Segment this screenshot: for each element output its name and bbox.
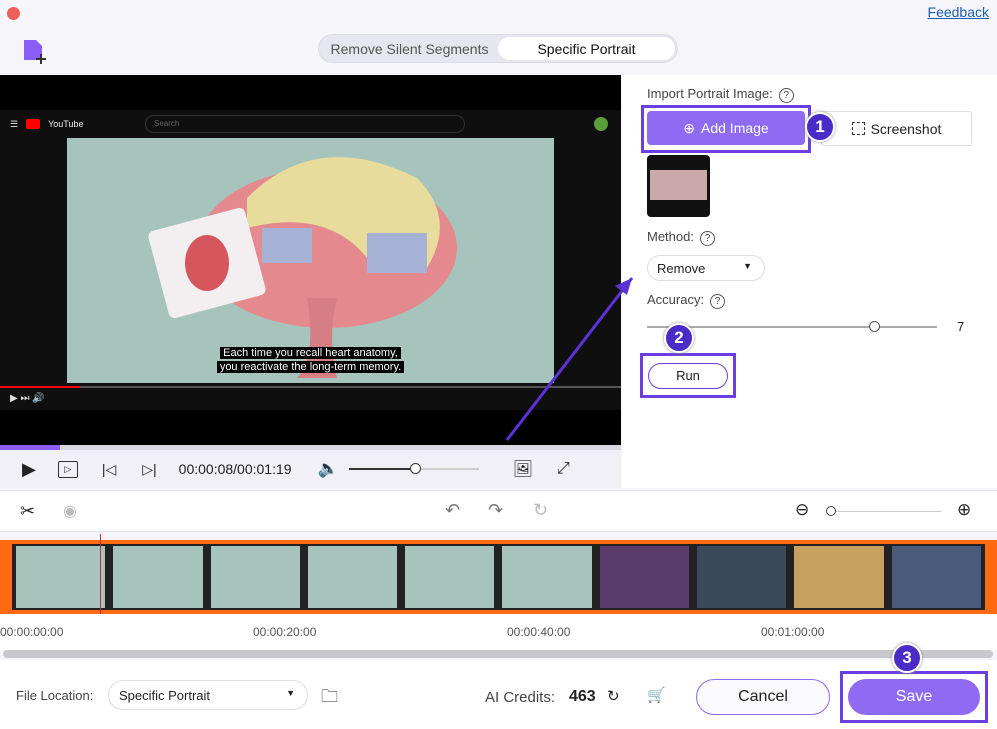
- youtube-header: ☰ YouTube Search: [0, 110, 621, 138]
- volume-slider[interactable]: [348, 463, 479, 474]
- youtube-logo-icon: [26, 119, 41, 129]
- eye-icon[interactable]: ◉: [63, 501, 77, 521]
- mode-tabs: Remove Silent Segments Specific Portrait: [318, 34, 678, 63]
- timeline-frame: [502, 546, 592, 608]
- timeline-frame: [307, 546, 398, 608]
- scissors-icon[interactable]: ✂: [20, 501, 35, 522]
- credits-value: 463: [569, 688, 596, 705]
- time-display: 00:00:08/00:01:19: [178, 461, 292, 477]
- step-2-badge: 2: [664, 323, 694, 353]
- timeline-frame: [210, 546, 300, 608]
- cancel-button[interactable]: Cancel: [696, 679, 830, 715]
- previous-frame-icon[interactable]: |◁: [102, 461, 116, 478]
- save-button[interactable]: Save: [848, 679, 980, 715]
- close-window-button[interactable]: [7, 7, 20, 20]
- timeline-frame: [113, 546, 203, 608]
- time-ruler: 00:00:00:00 00:00:20:00 00:00:40:00 00:0…: [0, 614, 997, 650]
- ruler-label: 00:00:20:00: [253, 625, 317, 639]
- preview-icon[interactable]: ▷: [57, 460, 78, 478]
- timeline-frame: [697, 546, 787, 608]
- feedback-link[interactable]: Feedback: [928, 4, 989, 20]
- refresh-icon[interactable]: ↻: [607, 687, 620, 705]
- tab-remove-silent-segments[interactable]: Remove Silent Segments: [321, 37, 498, 60]
- zoom-out-icon[interactable]: ⊖: [795, 500, 809, 520]
- accuracy-label: Accuracy:?: [647, 292, 726, 309]
- volume-icon[interactable]: 🔈: [318, 459, 339, 479]
- footer: File Location: Specific Portrait ▼ 🗀 AI C…: [0, 660, 997, 729]
- timeline-frame: [599, 546, 690, 608]
- screenshot-button[interactable]: Screenshot: [821, 111, 972, 146]
- edit-toolbar: ✂ ◉ ↶ ↷ ↻ ⊖ ⊕: [0, 490, 997, 532]
- file-location-label: File Location:: [16, 688, 94, 703]
- portrait-thumbnail[interactable]: [647, 155, 710, 217]
- screenshot-icon: [851, 122, 865, 135]
- timeline-frame: [405, 546, 495, 608]
- cart-icon[interactable]: 🛒: [647, 686, 666, 704]
- timeline-frame: [794, 546, 884, 608]
- undo-icon[interactable]: ↶: [445, 500, 460, 521]
- reset-icon[interactable]: ↻: [533, 500, 548, 521]
- accuracy-value: 7: [957, 319, 965, 334]
- timeline-zoom-slider[interactable]: [826, 506, 941, 516]
- redo-icon[interactable]: ↷: [488, 500, 503, 521]
- method-label: Method:?: [647, 229, 715, 246]
- help-icon[interactable]: ?: [710, 294, 726, 309]
- credits-label: AI Credits:: [485, 689, 556, 706]
- ruler-label: 00:00:40:00: [507, 625, 571, 639]
- play-icon[interactable]: ▶: [22, 459, 36, 480]
- step-1-badge: 1: [805, 112, 835, 142]
- timeline-frame: [891, 546, 981, 608]
- add-image-button[interactable]: ⊕ Add Image: [647, 111, 805, 145]
- youtube-controls: ▶ ⏭ 🔊: [10, 393, 45, 404]
- snapshot-icon[interactable]: 🖼: [513, 459, 533, 479]
- player-controls: ▶ ▷ |◁ ▷| 00:00:08/00:01:19 🔈 🖼 ⤢: [0, 450, 621, 488]
- run-button[interactable]: Run: [648, 363, 728, 389]
- ruler-label: 00:00:00:00: [0, 625, 64, 639]
- timeline-scrollbar[interactable]: [3, 650, 993, 658]
- ruler-label: 00:01:00:00: [761, 625, 825, 639]
- help-icon[interactable]: ?: [699, 231, 715, 246]
- add-file-icon[interactable]: [22, 38, 50, 71]
- folder-icon[interactable]: 🗀: [321, 684, 338, 713]
- file-location-select[interactable]: Specific Portrait ▼: [108, 680, 308, 710]
- settings-panel: Import Portrait Image:? ⊕ Add Image Scree…: [505, 75, 997, 488]
- timeline-track[interactable]: [0, 540, 997, 614]
- step-3-badge: 3: [892, 643, 922, 673]
- import-label: Import Portrait Image:?: [647, 86, 794, 103]
- timeline-frame: [16, 546, 106, 608]
- method-select[interactable]: Remove ▼: [647, 255, 765, 281]
- annotation-arrow: [505, 277, 634, 441]
- fullscreen-icon[interactable]: ⤢: [557, 460, 570, 478]
- zoom-in-icon[interactable]: ⊕: [957, 500, 971, 520]
- youtube-search: Search: [145, 115, 465, 133]
- help-icon[interactable]: ?: [778, 88, 794, 103]
- plus-circle-icon: ⊕: [683, 119, 695, 136]
- tab-specific-portrait[interactable]: Specific Portrait: [498, 37, 675, 60]
- youtube-brand: YouTube: [48, 119, 84, 129]
- next-frame-icon[interactable]: ▷|: [142, 461, 156, 478]
